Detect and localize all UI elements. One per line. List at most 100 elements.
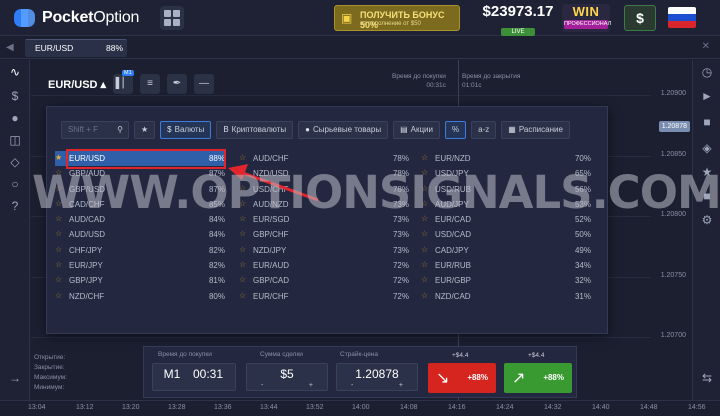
asset-row[interactable]: ☆ USD/RUB 56% — [421, 182, 591, 197]
asset-row[interactable]: ☆ EUR/JPY 82% — [55, 258, 225, 273]
expand-icon[interactable]: ⇆ — [699, 370, 715, 386]
star-icon[interactable]: ☆ — [421, 275, 428, 284]
asset-row[interactable]: ☆ EUR/CAD 52% — [421, 212, 591, 227]
account-balance[interactable]: $23973.17 LIVE — [478, 3, 558, 38]
pocket-option-logo[interactable]: PocketOption — [14, 7, 139, 29]
achievements-icon[interactable]: ■ — [699, 188, 715, 204]
star-icon[interactable]: ☆ — [55, 229, 62, 238]
deposit-button[interactable]: $ — [624, 5, 656, 31]
star-icon[interactable]: ☆ — [239, 291, 246, 300]
sort-az-button[interactable]: a-z — [471, 121, 497, 139]
amount-plus-button[interactable]: + — [309, 382, 313, 389]
amount-input[interactable]: $5 - + — [246, 363, 328, 391]
asset-row[interactable]: ☆ AUD/JPY 53% — [421, 197, 591, 212]
schedule-button[interactable]: ▦ Расписание — [501, 121, 570, 139]
star-icon[interactable]: ☆ — [421, 229, 428, 238]
asset-row[interactable]: ☆ USD/CAD 50% — [421, 227, 591, 242]
star-icon[interactable]: ☆ — [421, 291, 428, 300]
asset-row[interactable]: ☆ EUR/GBP 32% — [421, 273, 591, 288]
chat-icon[interactable]: ○ — [7, 176, 23, 192]
asset-row[interactable]: ☆ USD/CHF 78% — [239, 182, 409, 197]
asset-row[interactable]: ☆ EUR/SGD 73% — [239, 212, 409, 227]
star-icon[interactable]: ☆ — [239, 275, 246, 284]
asset-row[interactable]: ☆ AUD/CAD 84% — [55, 212, 225, 227]
buy-button[interactable]: ↗ +88% — [504, 363, 572, 393]
star-icon[interactable]: ☆ — [55, 184, 62, 193]
tab-stocks[interactable]: ▤ Акции — [393, 121, 440, 139]
logout-icon[interactable]: → — [7, 370, 23, 386]
asset-row[interactable]: ☆ NZD/JPY 73% — [239, 243, 409, 258]
asset-row[interactable]: ☆ EUR/AUD 72% — [239, 258, 409, 273]
asset-row[interactable]: ☆ USD/JPY 65% — [421, 166, 591, 181]
asset-row[interactable]: ☆ AUD/USD 84% — [55, 227, 225, 242]
finance-dollar-icon[interactable]: $ — [7, 88, 23, 104]
close-icon[interactable]: ✕ — [702, 41, 710, 52]
star-icon[interactable]: ☆ — [55, 214, 62, 223]
minus-icon[interactable]: — — [194, 74, 214, 94]
star-icon[interactable]: ☆ — [421, 260, 428, 269]
strike-plus-button[interactable]: + — [399, 382, 403, 389]
strike-minus-button[interactable]: - — [351, 382, 353, 389]
asset-row[interactable]: ☆ AUD/NZD 73% — [239, 197, 409, 212]
apps-grid-icon[interactable] — [160, 6, 184, 30]
star-icon[interactable]: ☆ — [55, 199, 62, 208]
sell-button[interactable]: ↘ +88% — [428, 363, 496, 393]
bonus-button[interactable]: ▣ ПОЛУЧИТЬ БОНУС 50% на пополнение от $5… — [334, 5, 460, 31]
star-icon[interactable]: ☆ — [239, 168, 246, 177]
asset-row[interactable]: ☆ CAD/JPY 49% — [421, 243, 591, 258]
asset-selector[interactable]: EUR/USD ▴ — [48, 78, 106, 91]
chart-icon[interactable]: ∿ — [7, 64, 23, 80]
asset-row[interactable]: ☆ GBP/JPY 81% — [55, 273, 225, 288]
settings-icon[interactable]: ⚙ — [699, 212, 715, 228]
asset-row[interactable]: ☆ CHF/JPY 82% — [55, 243, 225, 258]
star-icon[interactable]: ☆ — [239, 153, 246, 162]
favorites-filter-button[interactable]: ★ — [134, 121, 156, 139]
star-icon[interactable]: ☆ — [239, 184, 246, 193]
help-icon[interactable]: ? — [7, 198, 23, 214]
drawing-brush-icon[interactable]: ✒ — [167, 74, 187, 94]
signals-icon[interactable]: ► — [699, 88, 715, 104]
asset-row[interactable]: ☆ EUR/RUB 34% — [421, 258, 591, 273]
cart-icon[interactable]: ◫ — [7, 132, 23, 148]
strike-price-input[interactable]: 1.20878 - + — [336, 363, 418, 391]
asset-row[interactable]: ☆ EUR/NZD 70% — [421, 151, 591, 166]
star-icon[interactable]: ☆ — [421, 168, 428, 177]
asset-row[interactable]: ☆ GBP/USD 87% — [55, 182, 225, 197]
indicators-icon[interactable]: ≡ — [140, 74, 160, 94]
star-icon[interactable]: ☆ — [421, 214, 428, 223]
tabs-left-arrow-icon[interactable]: ◀ — [6, 42, 14, 53]
star-icon[interactable]: ☆ — [239, 245, 246, 254]
profile-icon[interactable]: ● — [7, 110, 23, 126]
tournaments-icon[interactable]: ★ — [699, 164, 715, 180]
star-icon[interactable]: ☆ — [239, 199, 246, 208]
tab-crypto[interactable]: B Криптовалюты — [216, 121, 294, 139]
asset-row[interactable]: ☆ GBP/CAD 72% — [239, 273, 409, 288]
social-trading-icon[interactable]: ■ — [699, 114, 715, 130]
sort-percent-button[interactable]: % — [445, 121, 467, 139]
express-icon[interactable]: ◈ — [699, 140, 715, 156]
language-flag-icon[interactable] — [668, 7, 696, 28]
tab-currencies[interactable]: $ Валюты — [160, 121, 212, 139]
star-icon[interactable]: ☆ — [421, 245, 428, 254]
star-icon[interactable]: ☆ — [239, 260, 246, 269]
star-icon[interactable]: ☆ — [421, 153, 428, 162]
asset-row[interactable]: ☆ NZD/USD 78% — [239, 166, 409, 181]
asset-row[interactable]: ☆ CAD/CHF 85% — [55, 197, 225, 212]
status-badge[interactable]: WIN ПРОФЕССИОНАЛ — [562, 4, 611, 32]
asset-tab[interactable]: EUR/USD 88% — [25, 39, 127, 57]
star-icon[interactable]: ☆ — [55, 275, 62, 284]
star-icon[interactable]: ☆ — [55, 291, 62, 300]
star-icon[interactable]: ☆ — [421, 199, 428, 208]
star-icon[interactable]: ☆ — [421, 184, 428, 193]
star-icon[interactable]: ☆ — [239, 229, 246, 238]
star-icon[interactable]: ☆ — [239, 214, 246, 223]
star-icon[interactable]: ☆ — [55, 168, 62, 177]
chart-type-icon[interactable]: ▌▏ — [113, 74, 133, 94]
star-icon[interactable]: ☆ — [55, 245, 62, 254]
asset-row[interactable]: ☆ EUR/CHF 72% — [239, 289, 409, 304]
asset-row[interactable]: ☆ AUD/CHF 78% — [239, 151, 409, 166]
star-icon[interactable]: ☆ — [55, 260, 62, 269]
trophy-icon[interactable]: ◇ — [7, 154, 23, 170]
amount-minus-button[interactable]: - — [261, 382, 263, 389]
asset-row[interactable]: ☆ NZD/CHF 80% — [55, 289, 225, 304]
